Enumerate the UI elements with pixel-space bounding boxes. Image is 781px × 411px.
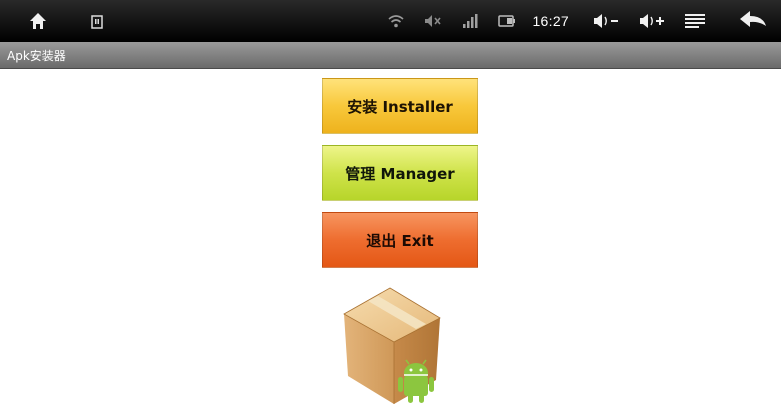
- mute-icon: [424, 14, 442, 28]
- volume-down-icon[interactable]: [593, 13, 619, 29]
- signal-icon: [462, 13, 478, 29]
- notification-icon[interactable]: [91, 14, 103, 29]
- home-icon[interactable]: [29, 12, 47, 30]
- status-bar: 16:27: [0, 0, 781, 42]
- volume-up-icon[interactable]: [639, 13, 665, 29]
- wifi-icon: [388, 14, 404, 28]
- clock: 16:27: [532, 13, 569, 29]
- install-button[interactable]: 安装 Installer: [322, 78, 478, 134]
- package-box-android-logo: [336, 284, 446, 407]
- back-icon[interactable]: [739, 10, 767, 32]
- exit-button[interactable]: 退出 Exit: [322, 212, 478, 268]
- app-title: Apk安装器: [7, 49, 66, 63]
- manager-button[interactable]: 管理 Manager: [322, 145, 478, 201]
- battery-icon: [498, 14, 516, 28]
- menu-icon[interactable]: [685, 13, 705, 29]
- title-bar: Apk安装器: [0, 42, 781, 69]
